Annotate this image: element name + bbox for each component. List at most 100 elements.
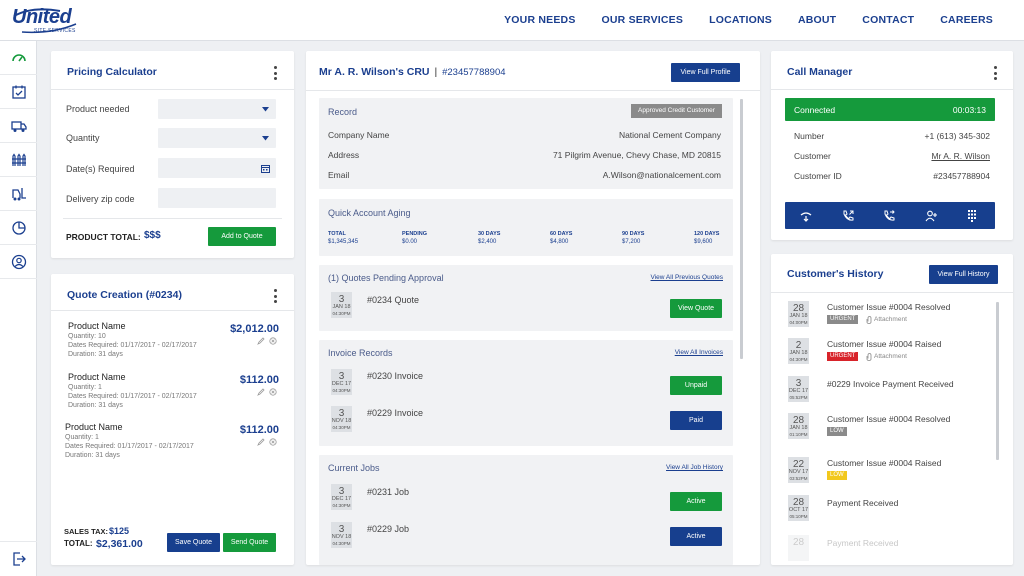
scrollbar[interactable] [740, 99, 743, 359]
invoice-label: #0229 Invoice [367, 408, 424, 418]
remove-icon[interactable] [269, 388, 277, 396]
sidebar-item-dashboard[interactable] [0, 41, 37, 75]
quote-label: #0234 Quote [367, 295, 420, 305]
item-price: $112.00 [239, 424, 279, 436]
history-item[interactable]: 28 Payment Received [771, 535, 996, 565]
item-price: $2,012.00 [230, 323, 279, 335]
quantity-select[interactable] [158, 128, 276, 148]
more-options-icon[interactable] [272, 66, 278, 80]
email-value[interactable]: A.Wilson@nationalcement.com [603, 170, 721, 180]
user-circle-icon [11, 254, 26, 269]
logo-subtitle: SITE SERVICES [34, 28, 76, 34]
history-item[interactable]: 2 JAN 18 04:30PM Customer Issue #0004 Raise… [771, 338, 996, 372]
date-tile: 3 DEC 17 05:52PM [788, 376, 809, 402]
divider [306, 90, 760, 91]
history-text: Customer Issue #0004 Resolved [827, 414, 951, 424]
more-options-icon[interactable] [992, 66, 998, 80]
nav-about[interactable]: ABOUT [798, 14, 836, 26]
scrollbar[interactable] [996, 302, 999, 460]
send-quote-button[interactable]: Send Quote [223, 533, 276, 552]
product-needed-select[interactable] [158, 99, 276, 119]
truck-icon [10, 120, 27, 132]
remove-icon[interactable] [269, 337, 277, 345]
edit-icon[interactable] [257, 388, 265, 396]
sidebar-item-tasks[interactable] [0, 75, 37, 109]
phone-outgoing-icon[interactable] [841, 209, 855, 223]
call-manager-card: Call Manager Connected 00:03:13 Number +… [771, 51, 1013, 240]
edit-icon[interactable] [257, 337, 265, 345]
nav-locations[interactable]: LOCATIONS [709, 14, 772, 26]
date-tile: 3 JAN 18 04:30PM [331, 292, 352, 318]
chevron-down-icon [262, 107, 269, 112]
unpaid-button[interactable]: Unpaid [670, 376, 722, 395]
nav-contact[interactable]: CONTACT [862, 14, 914, 26]
main-nav: YOUR NEEDS OUR SERVICES LOCATIONS ABOUT … [478, 14, 993, 26]
delivery-zip-label: Delivery zip code [66, 194, 135, 204]
date-tile: 2 JAN 18 04:30PM [788, 338, 809, 364]
invoice-label: #0230 Invoice [367, 371, 424, 381]
sidebar [0, 41, 37, 576]
dates-required-label: Date(s) Required [66, 164, 135, 174]
sidebar-item-equipment[interactable] [0, 177, 37, 211]
total-value: $2,361.00 [96, 538, 143, 550]
history-text: Customer Issue #0004 Raised [827, 458, 942, 468]
history-item[interactable]: 28 JAN 18 04:00PM Customer Issue #0004 Reso… [771, 301, 996, 335]
sidebar-item-logout[interactable] [0, 541, 37, 575]
view-all-invoices-link[interactable]: View All Invoices [675, 349, 723, 356]
nav-careers[interactable]: CAREERS [940, 14, 993, 26]
history-item[interactable]: 28 OCT 17 05:10PM Payment Received [771, 495, 996, 529]
date-tile: 22 NOV 17 03:52PM [788, 457, 809, 483]
sidebar-item-reports[interactable] [0, 211, 37, 245]
dialpad-icon[interactable] [965, 209, 979, 223]
quote-item: Product Name $112.00 Quantity: 1 Dates R… [65, 422, 279, 459]
divider [63, 218, 282, 219]
active-button[interactable]: Active [670, 492, 722, 511]
date-tile: 3 NOV 18 04:30PM [331, 406, 352, 432]
paid-button[interactable]: Paid [670, 411, 722, 430]
call-actions-bar [785, 202, 995, 229]
calendar-icon[interactable] [261, 164, 270, 173]
top-bar: United SITE SERVICES YOUR NEEDS OUR SERV… [0, 0, 1024, 41]
item-price: $112.00 [239, 374, 279, 386]
sidebar-item-fencing[interactable] [0, 143, 37, 177]
history-item[interactable]: 22 NOV 17 03:52PM Customer Issue #0004 Rais… [771, 457, 996, 491]
phone-forward-icon[interactable] [882, 209, 896, 223]
nav-our-services[interactable]: OUR SERVICES [602, 14, 684, 26]
history-text: Customer Issue #0004 Raised [827, 339, 942, 349]
paperclip-icon [866, 353, 872, 361]
speedometer-icon [11, 53, 26, 61]
history-item[interactable]: 28 JAN 18 01:10PM Customer Issue #0004 Reso… [771, 413, 996, 447]
view-full-history-button[interactable]: View Full History [929, 265, 998, 284]
add-to-quote-button[interactable]: Add to Quote [208, 227, 276, 246]
attachment-link[interactable]: Attachment [874, 353, 907, 360]
united-logo[interactable]: United SITE SERVICES [12, 6, 80, 36]
delivery-zip-input[interactable] [158, 188, 276, 208]
history-item[interactable]: 3 DEC 17 05:52PM #0229 Invoice Payment Rece… [771, 376, 996, 410]
remove-icon[interactable] [269, 438, 277, 446]
date-tile: 3 NOV 18 04:30PM [331, 522, 352, 548]
quotes-pending-panel: (1) Quotes Pending Approval View All Pre… [319, 265, 733, 331]
attachment-link[interactable]: Attachment [874, 316, 907, 323]
fence-icon [11, 152, 26, 166]
quantity-label: Quantity [66, 133, 100, 143]
call-transfer-icon[interactable] [799, 209, 813, 223]
sidebar-item-delivery[interactable] [0, 109, 37, 143]
company-name-value: National Cement Company [618, 130, 721, 140]
view-full-profile-button[interactable]: View Full Profile [671, 63, 740, 82]
current-jobs-title: Current Jobs [328, 463, 380, 473]
record-panel: Record Approved Credit Customer Company … [319, 98, 733, 189]
history-text: Customer Issue #0004 Resolved [827, 302, 951, 312]
nav-your-needs[interactable]: YOUR NEEDS [504, 14, 575, 26]
view-quote-button[interactable]: View Quote [670, 299, 722, 318]
add-user-icon[interactable] [924, 209, 938, 223]
edit-icon[interactable] [257, 438, 265, 446]
more-options-icon[interactable] [272, 289, 278, 303]
customer-link[interactable]: Mr A. R. Wilson [931, 151, 990, 161]
dates-required-input[interactable] [158, 158, 276, 178]
save-quote-button[interactable]: Save Quote [167, 533, 220, 552]
sidebar-item-profile[interactable] [0, 245, 37, 279]
view-all-previous-quotes-link[interactable]: View All Previous Quotes [651, 274, 724, 281]
call-manager-title: Call Manager [787, 66, 853, 78]
active-button[interactable]: Active [670, 527, 722, 546]
view-all-job-history-link[interactable]: View All Job History [666, 464, 723, 471]
